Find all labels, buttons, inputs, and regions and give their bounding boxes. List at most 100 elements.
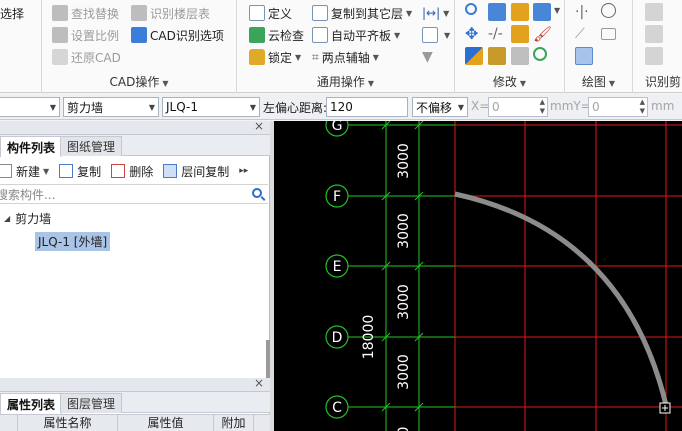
- dimension-text: 3000: [396, 213, 412, 249]
- point-icon[interactable]: ·|·: [575, 3, 593, 21]
- move-icon[interactable]: ✥: [465, 25, 483, 43]
- tab-property-list[interactable]: 属性列表: [0, 393, 63, 414]
- chevron-down-icon: ▼: [457, 103, 464, 112]
- ribbon-group-cad: 查找替换 识别楼层表 设置比例 CAD识别选项 还原CAD CAD操作 ▼: [42, 0, 237, 93]
- tab-component-list[interactable]: 构件列表: [0, 136, 63, 157]
- recognize-group-label[interactable]: 识别剪: [645, 73, 682, 90]
- new-component-button[interactable]: 新建 ▼: [0, 163, 49, 180]
- recognize-opening-icon[interactable]: [645, 47, 663, 65]
- line-icon[interactable]: ⟋: [575, 25, 593, 43]
- define-label: 定义: [268, 6, 293, 21]
- two-point-axis-label: 两点辅轴: [321, 50, 370, 65]
- extend-icon[interactable]: [488, 3, 506, 21]
- offset-icon[interactable]: [511, 3, 529, 21]
- chevron-down-icon: ▼: [249, 103, 256, 112]
- split-icon[interactable]: [511, 25, 529, 43]
- cad-options-button[interactable]: CAD识别选项: [131, 25, 224, 45]
- recognize-wall-icon[interactable]: [645, 25, 663, 43]
- general-group-label[interactable]: 通用操作 ▼: [237, 73, 454, 90]
- dimension-text: 3000: [396, 354, 412, 390]
- cloud-check-icon: [249, 27, 265, 43]
- copy-layer-icon: [312, 5, 328, 21]
- layer-select[interactable]: ▼: [0, 97, 60, 117]
- chevron-down-icon: ▼: [608, 79, 616, 88]
- rectangle-icon[interactable]: [601, 28, 616, 40]
- column-property-value[interactable]: 属性值: [118, 415, 214, 431]
- close-icon[interactable]: ×: [254, 376, 264, 390]
- copy-component-button[interactable]: 复制: [59, 163, 101, 180]
- y-coordinate-input[interactable]: 0 ▲ ▼: [588, 97, 648, 117]
- chevron-down-icon: ▼: [148, 103, 155, 112]
- flush-slab-icon: [312, 27, 328, 43]
- offset-distance-input[interactable]: 120: [326, 97, 408, 117]
- set-scale-label: 设置比例: [71, 28, 120, 43]
- brush-icon[interactable]: 🖌: [533, 25, 552, 43]
- select-button[interactable]: 选择: [0, 3, 24, 23]
- draw-group-label[interactable]: 绘图 ▼: [565, 73, 632, 90]
- delete-component-button[interactable]: 删除: [111, 163, 153, 180]
- spinner-arrows-icon[interactable]: ▲ ▼: [640, 98, 645, 116]
- tree-item-jlq-1[interactable]: JLQ-1 [外墙]: [35, 232, 111, 251]
- polyline-icon[interactable]: [575, 47, 593, 65]
- left-panel: × 构件列表 图纸管理 新建 ▼ 复制 删除 层间复制 ▸▸ 搜索构件... ◢…: [0, 119, 270, 431]
- cloud-check-button[interactable]: 云检查: [249, 25, 304, 45]
- tab-layer-management[interactable]: 图层管理: [60, 393, 123, 413]
- column-property-name[interactable]: 属性名称: [18, 415, 118, 431]
- x-coordinate-input[interactable]: 0 ▲ ▼: [488, 97, 548, 117]
- define-button[interactable]: 定义: [249, 3, 292, 23]
- offset-distance-value: 120: [330, 100, 353, 114]
- scale-icon: [52, 27, 68, 43]
- modify-group-label[interactable]: 修改 ▼: [455, 73, 564, 90]
- filter-button[interactable]: ▼: [422, 47, 433, 67]
- auto-flush-slab-button[interactable]: 自动平齐板 ▼: [312, 25, 400, 45]
- restore-cad-button[interactable]: 还原CAD: [52, 47, 121, 67]
- left-scrollbar[interactable]: [266, 340, 270, 378]
- column-additional[interactable]: 附加: [214, 415, 254, 431]
- row-header-cell: [0, 415, 18, 431]
- more-chevron-icon[interactable]: ▸▸: [239, 166, 248, 176]
- recognize-floor-table-label: 识别楼层表: [150, 6, 211, 21]
- tab-drawing-management[interactable]: 图纸管理: [60, 136, 123, 156]
- lock-button[interactable]: 锁定 ▼: [249, 47, 301, 67]
- cad-drawing[interactable]: G F E D C 3000 3000 3000 3000 0 18000: [274, 121, 682, 431]
- recognize-floor-table-button[interactable]: 识别楼层表: [131, 3, 210, 23]
- dimension-tool-button[interactable]: |↔| ▼: [422, 3, 449, 23]
- chevron-down-icon: ▼: [49, 103, 56, 112]
- recognize-icon[interactable]: [645, 3, 663, 21]
- two-point-axis-button[interactable]: ⌗ 两点辅轴 ▼: [312, 47, 379, 67]
- layout-tool-button[interactable]: ▼: [422, 25, 450, 45]
- copy-between-floors-button[interactable]: 层间复制: [163, 163, 229, 180]
- align-icon[interactable]: [533, 3, 551, 21]
- ribbon-group-recognize: 识别剪: [633, 0, 682, 93]
- offset-mode-value: 不偏移: [416, 100, 453, 115]
- y-value: 0: [592, 100, 600, 114]
- x-label: X=: [471, 99, 490, 113]
- delete-label: 删除: [129, 164, 154, 179]
- trim-icon[interactable]: [511, 47, 529, 65]
- circle-icon[interactable]: [601, 3, 616, 18]
- mirror-icon[interactable]: [465, 47, 483, 65]
- close-icon[interactable]: ×: [254, 119, 264, 133]
- spinner-arrows-icon[interactable]: ▲ ▼: [540, 98, 545, 116]
- copy-to-other-layer-button[interactable]: 复制到其它层 ▼: [312, 3, 412, 23]
- ribbon-group-modify: ▼ ✥ -/- 🖌 修改 ▼: [455, 0, 565, 93]
- offset-mode-select[interactable]: 不偏移 ▼: [412, 97, 468, 117]
- find-replace-button[interactable]: 查找替换: [52, 3, 119, 23]
- component-type-select[interactable]: 剪力墙 ▼: [63, 97, 159, 117]
- stretch-icon[interactable]: [488, 47, 506, 65]
- component-search[interactable]: 搜索构件...: [0, 184, 268, 204]
- axis-label: E: [333, 259, 342, 275]
- tree-category-shear-wall[interactable]: ◢ 剪力墙: [4, 210, 51, 227]
- copy-label: 复制: [77, 164, 102, 179]
- chevron-down-icon[interactable]: ▼: [554, 6, 560, 15]
- drawing-canvas[interactable]: G F E D C 3000 3000 3000 3000 0 18000: [274, 121, 682, 431]
- rotate-icon[interactable]: [533, 47, 547, 61]
- cad-group-label[interactable]: CAD操作 ▼: [42, 73, 236, 90]
- tree-expand-icon[interactable]: ◢: [4, 214, 10, 223]
- set-scale-button[interactable]: 设置比例: [52, 25, 119, 45]
- search-icon[interactable]: [252, 188, 262, 198]
- select-circle-icon[interactable]: [465, 3, 477, 15]
- restore-icon: [52, 49, 68, 65]
- component-name-select[interactable]: JLQ-1 ▼: [162, 97, 260, 117]
- break-line-icon[interactable]: -/-: [488, 25, 506, 43]
